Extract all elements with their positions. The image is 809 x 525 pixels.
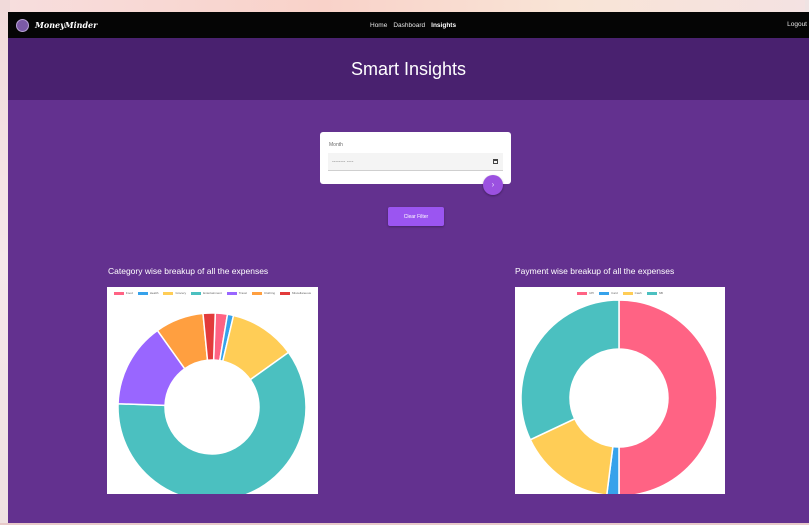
nav-link-dashboard[interactable]: Dashboard: [393, 22, 425, 29]
category-chart-title: Category wise breakup of all the expense…: [108, 266, 269, 276]
nav-links: Home Dashboard Insights: [370, 12, 456, 38]
payment-donut-chart: [520, 299, 718, 494]
donut-slice[interactable]: [520, 299, 620, 441]
category-chart-panel: Food Health Grocery Entertainment Travel Clot…: [107, 287, 318, 494]
logout-link[interactable]: Logout: [787, 12, 807, 38]
apply-filter-button[interactable]: ›: [483, 175, 503, 195]
payment-chart-panel: UPI Card Cash NB: [515, 287, 725, 494]
brand-name: MoneyMinder: [35, 20, 98, 30]
category-donut-chart: [117, 312, 307, 494]
page-background: [0, 0, 809, 12]
month-filter-card: Month: [320, 132, 511, 184]
brand-logo-icon: [16, 18, 29, 32]
brand[interactable]: MoneyMinder: [16, 18, 98, 32]
nav-link-home[interactable]: Home: [370, 22, 387, 29]
navbar: MoneyMinder Home Dashboard Insights Logo…: [8, 12, 809, 38]
chevron-right-icon: ›: [491, 180, 495, 189]
month-label: Month: [329, 142, 343, 148]
page-header: Smart Insights: [8, 38, 809, 100]
nav-link-insights[interactable]: Insights: [431, 22, 456, 29]
payment-chart-title: Payment wise breakup of all the expenses: [515, 266, 675, 276]
calendar-icon[interactable]: [493, 159, 498, 164]
clear-filter-button[interactable]: Clear Filter: [388, 207, 444, 226]
page-title: Smart Insights: [350, 58, 467, 79]
app-container: MoneyMinder Home Dashboard Insights Logo…: [8, 12, 809, 523]
donut-slice[interactable]: [618, 299, 718, 494]
month-input[interactable]: [328, 153, 503, 171]
